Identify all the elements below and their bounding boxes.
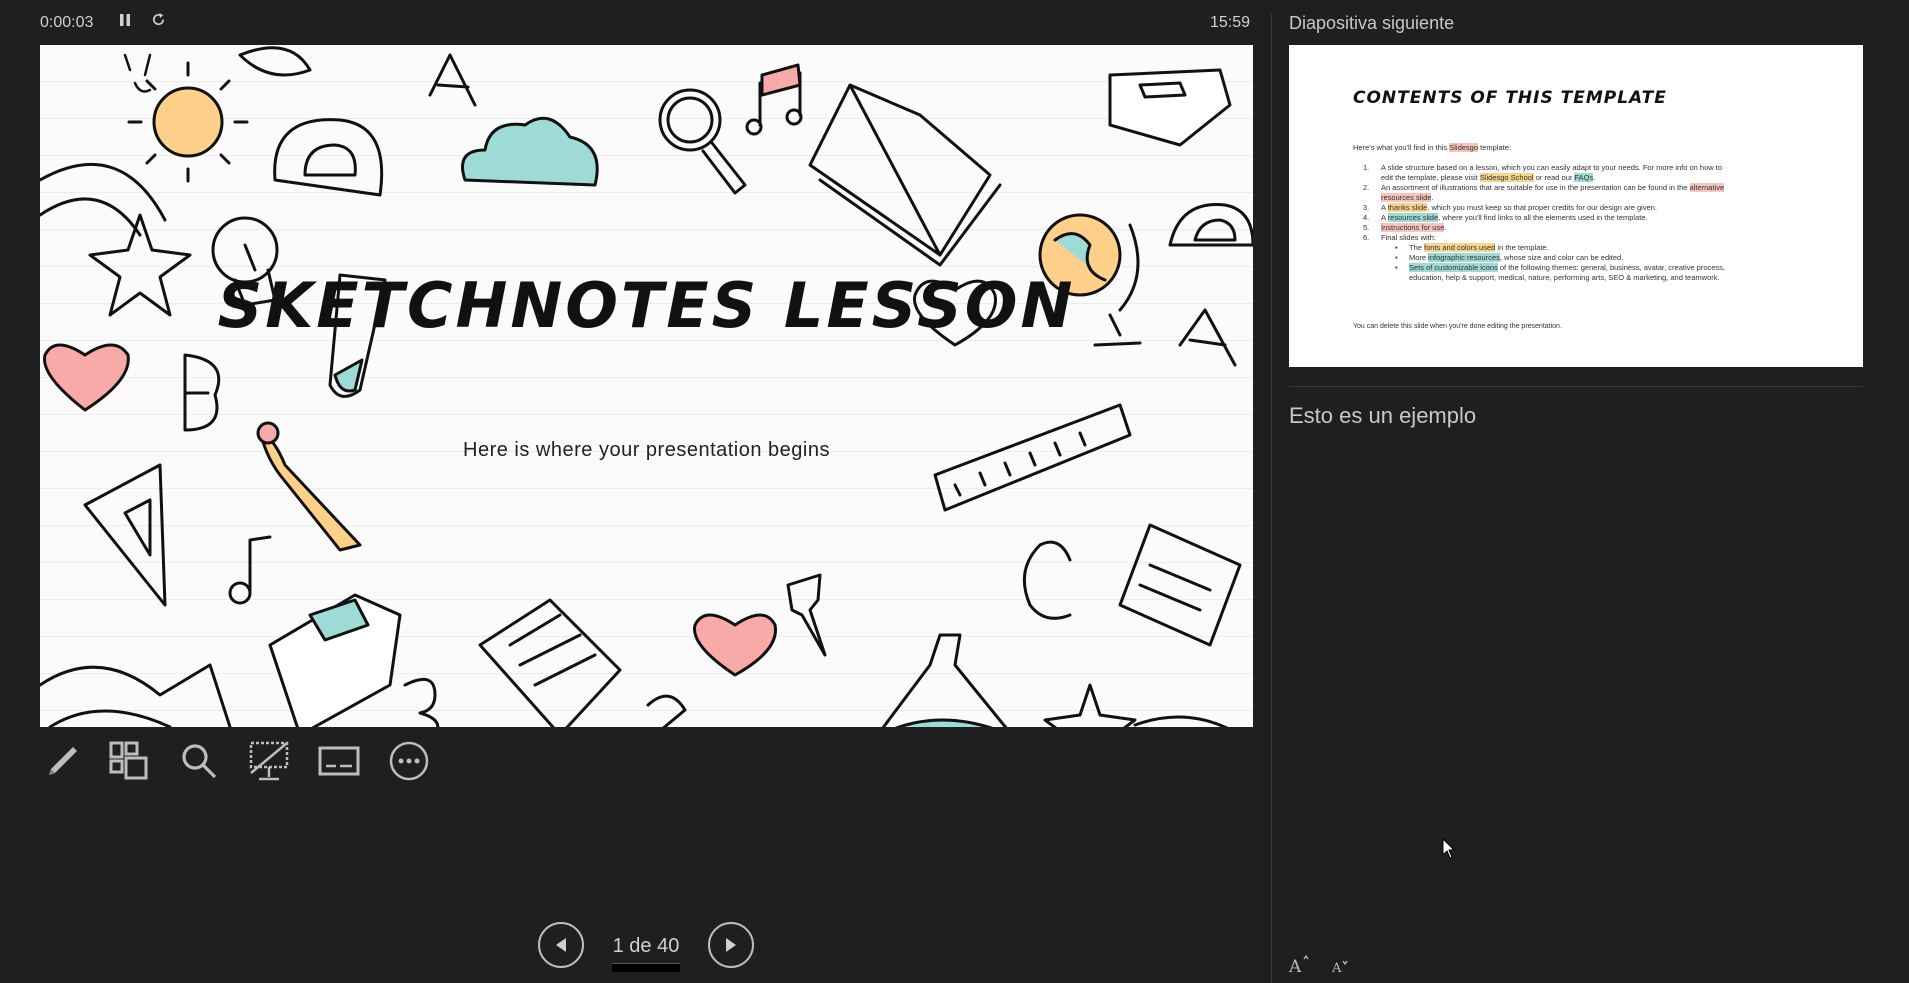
slide-counter: 1 de 40 <box>612 935 680 957</box>
list-text-run: Instructions for use <box>1381 223 1445 232</box>
list-text-run: A <box>1381 203 1388 212</box>
list-item-number: 5. <box>1363 223 1370 232</box>
set-square-doodle <box>83 463 167 607</box>
list-text-run: , where you'll find links to all the ele… <box>1438 213 1648 222</box>
list-text-run: Sets of customizable icons <box>1409 263 1498 272</box>
decrease-font-button[interactable]: A <box>1330 954 1356 980</box>
svg-text:A: A <box>1288 957 1302 976</box>
zoom-into-slide-button[interactable] <box>176 738 222 784</box>
paper-doodle <box>478 598 622 727</box>
list-item: 2. An assortment of illustrations that ar… <box>1353 183 1733 203</box>
list-item: 3. A thanks slide, which you must keep so… <box>1353 203 1733 213</box>
list-text-run: More <box>1409 253 1429 262</box>
letter-c-doodle <box>1022 540 1072 620</box>
rainbow-doodle <box>40 162 167 237</box>
list-text-run: An assortment of illustrations that are … <box>1381 183 1690 192</box>
more-options-icon <box>389 741 429 781</box>
pen-tool-button[interactable] <box>38 738 84 784</box>
list-text-run: . <box>1593 173 1596 182</box>
black-screen-button[interactable] <box>246 738 292 784</box>
open-book-doodle <box>808 83 1002 267</box>
magnifier-icon <box>182 744 217 779</box>
flask-doodle <box>881 633 1008 727</box>
sub-list-item: Sets of customizable icons of the follow… <box>1395 263 1733 283</box>
list-text-run: , which you must keep so that proper cre… <box>1427 203 1657 212</box>
slide-title: Sketchnotes Lesson <box>217 269 1076 342</box>
list-item-number: 2. <box>1363 183 1370 192</box>
sub-list: The fonts and colors used in the templat… <box>1381 243 1733 283</box>
list-text-run: The <box>1409 243 1425 252</box>
list-text-run: . <box>1444 223 1447 232</box>
previous-slide-button[interactable] <box>538 922 584 968</box>
pause-timer-button[interactable] <box>114 12 136 34</box>
protractor-doodle <box>273 118 384 197</box>
restart-timer-button[interactable] <box>147 12 169 34</box>
list-item: 5. Instructions for use. <box>1353 223 1733 233</box>
list-text-run: thanks slide <box>1387 203 1428 212</box>
next-slide-footer: You can delete this slide when you're do… <box>1353 323 1562 330</box>
list-text-run: or read our <box>1533 173 1575 182</box>
speaker-notes[interactable]: Esto es un ejemplo <box>1289 403 1476 429</box>
list-item-number: 1. <box>1363 163 1370 172</box>
next-slide-preview[interactable]: Contents of this template Here's what yo… <box>1289 45 1863 367</box>
list-item-number: 6. <box>1363 233 1370 242</box>
list-text-run: Slidesgo School <box>1479 173 1534 182</box>
mouse-pointer-icon <box>1442 838 1456 859</box>
magnifier-doodle <box>658 88 747 195</box>
next-slide-icon <box>726 938 736 952</box>
list-item: 1. A slide structure based on a lesson, w… <box>1353 163 1733 183</box>
more-options-button[interactable] <box>386 738 432 784</box>
list-text-run: in the template. <box>1495 243 1549 252</box>
pushpin-doodle <box>786 573 827 657</box>
list-item: 6. Final slides with:The fonts and colors… <box>1353 233 1733 283</box>
previous-slide-icon <box>556 938 566 952</box>
next-slide-label: Diapositiva siguiente <box>1289 13 1455 33</box>
slide-subtitle: Here is where your presentation begins <box>463 439 830 461</box>
pane-divider[interactable] <box>1271 14 1272 983</box>
slides-grid-icon <box>109 741 148 780</box>
see-all-slides-button[interactable] <box>106 738 152 784</box>
next-slide-button[interactable] <box>708 922 754 968</box>
subtitles-button[interactable] <box>316 738 362 784</box>
increase-font-icon: A <box>1288 954 1309 977</box>
list-text-run: infographic resources <box>1428 253 1500 262</box>
list-text-run: FAQs <box>1574 173 1594 182</box>
sun-doodle <box>127 61 249 183</box>
closed-book-doodle <box>1108 68 1232 147</box>
list-text-run: A <box>1381 213 1388 222</box>
cloud-doodle <box>461 116 599 187</box>
list-text-run: resources slide <box>1387 213 1439 222</box>
sub-list-item: More infographic resources, whose size a… <box>1395 253 1733 263</box>
pause-icon <box>120 14 130 26</box>
list-item: 4. A resources slide, where you'll find l… <box>1353 213 1733 223</box>
increase-font-button[interactable]: A <box>1288 954 1314 980</box>
list-text-run: Final slides with: <box>1381 233 1437 242</box>
sub-list-item: The fonts and colors used in the templat… <box>1395 243 1733 253</box>
decrease-font-icon: A <box>1331 960 1348 976</box>
next-slide-title: Contents of this template <box>1353 88 1667 108</box>
list-text-run: fonts and colors used <box>1424 243 1496 252</box>
next-slide-intro: Here's what you'll find in this Slidesgo… <box>1353 143 1511 152</box>
subtitles-icon <box>318 746 360 776</box>
pink-heart-doodle <box>43 343 130 412</box>
list-text-run: . <box>1431 193 1434 202</box>
list-text-run: , whose size and color can be edited. <box>1499 253 1624 262</box>
elapsed-timer: 0:00:03 <box>40 14 94 31</box>
letter-b-doodle <box>183 353 221 432</box>
list-item-number: 3. <box>1363 203 1370 212</box>
current-clock: 15:59 <box>1210 14 1251 31</box>
restart-timer-icon <box>152 12 164 26</box>
pen-icon <box>49 747 77 775</box>
notes-divider[interactable] <box>1289 386 1863 387</box>
current-slide[interactable]: Sketchnotes Lesson Here is where your pr… <box>40 45 1253 727</box>
slide-progress-bar <box>612 963 680 972</box>
doodle-illustrations <box>40 46 1253 727</box>
svg-text:A: A <box>1331 961 1342 976</box>
list-item-number: 4. <box>1363 213 1370 222</box>
next-slide-contents-list: 1. A slide structure based on a lesson, w… <box>1353 163 1733 283</box>
screen-off-icon <box>249 741 289 781</box>
